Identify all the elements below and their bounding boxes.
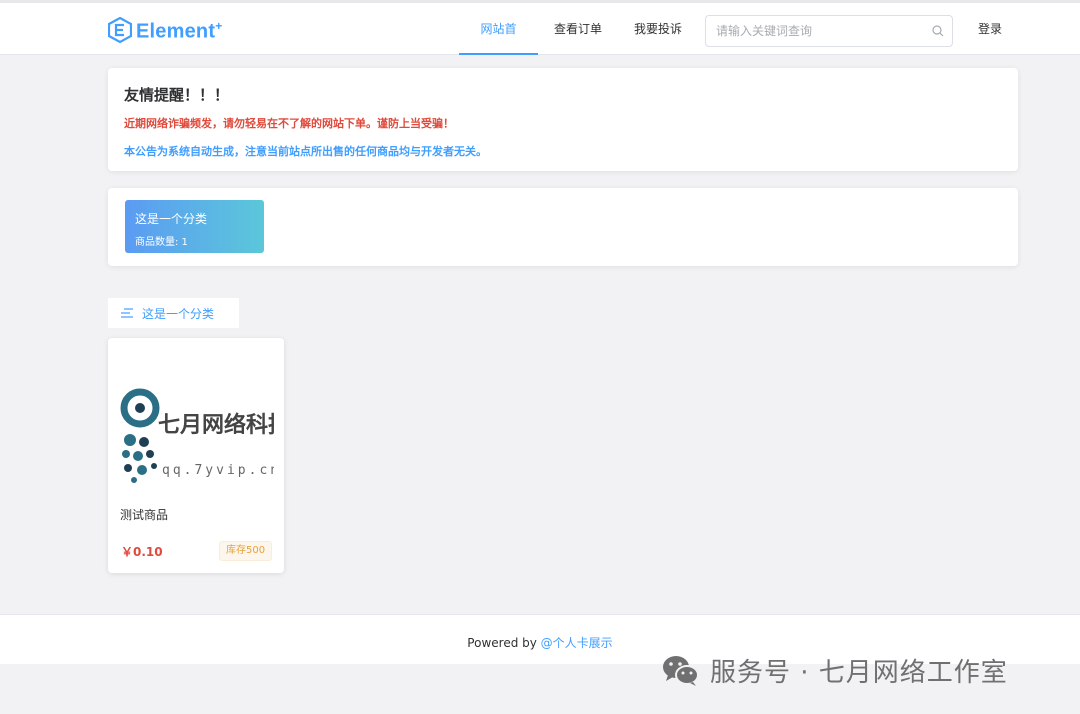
notice-card: 友情提醒！！！ 近期网络诈骗频发，请勿轻易在不了解的网站下单。谨防上当受骗！ 本…	[108, 68, 1018, 171]
product-card[interactable]: 七月网络科技 qq.7yvip.cn 测试商品 ￥0.10 库存500	[108, 338, 291, 573]
category-tile[interactable]: 这是一个分类 商品数量: 1	[125, 200, 264, 253]
section-header[interactable]: 这是一个分类	[108, 298, 239, 328]
notice-info-text: 本公告为系统自动生成，注意当前站点所出售的任何商品均与开发者无关。	[124, 145, 487, 158]
nav-item-home[interactable]: 网站首页	[459, 3, 538, 88]
section-title: 这是一个分类	[142, 306, 215, 321]
wechat-icon	[662, 654, 700, 688]
search-input[interactable]	[706, 16, 924, 46]
login-link[interactable]: 登录	[978, 3, 1002, 55]
category-tile-count: 商品数量: 1	[135, 237, 188, 248]
footer-powered-by: Powered by	[467, 636, 541, 650]
product-price: ￥0.10	[121, 545, 163, 559]
footer-link[interactable]: @个人卡展示	[541, 636, 613, 650]
search-box	[705, 15, 953, 47]
menu-icon	[120, 307, 134, 319]
notice-warning-text: 近期网络诈骗频发，请勿轻易在不了解的网站下单。谨防上当受骗！	[124, 117, 454, 130]
main-nav: 网站首页 查看订单 我要投诉	[459, 3, 698, 88]
product-name: 测试商品	[120, 508, 169, 522]
logo[interactable]: Element+	[107, 16, 223, 46]
image-brand-text: 七月网络科技	[158, 412, 274, 438]
product-image: 七月网络科技 qq.7yvip.cn	[118, 350, 291, 500]
category-panel: 这是一个分类 商品数量: 1	[108, 188, 1018, 266]
image-url-text: qq.7yvip.cn	[162, 463, 274, 478]
watermark: 服务号 · 七月网络工作室	[662, 652, 1008, 689]
qiyue-logo-image: 七月网络科技 qq.7yvip.cn	[120, 388, 291, 483]
notice-title: 友情提醒！！！	[124, 86, 230, 104]
watermark-text: 服务号 · 七月网络工作室	[710, 658, 1008, 688]
logo-text: Element+	[136, 19, 223, 43]
search-icon[interactable]	[924, 25, 952, 37]
element-logo-icon	[107, 16, 133, 46]
header: Element+ 网站首页 查看订单 我要投诉 登录	[0, 3, 1080, 88]
category-tile-name: 这是一个分类	[135, 212, 208, 226]
nav-item-orders[interactable]: 查看订单	[538, 3, 618, 55]
nav-item-complaint[interactable]: 我要投诉	[618, 3, 698, 55]
stock-badge: 库存500	[219, 541, 273, 561]
